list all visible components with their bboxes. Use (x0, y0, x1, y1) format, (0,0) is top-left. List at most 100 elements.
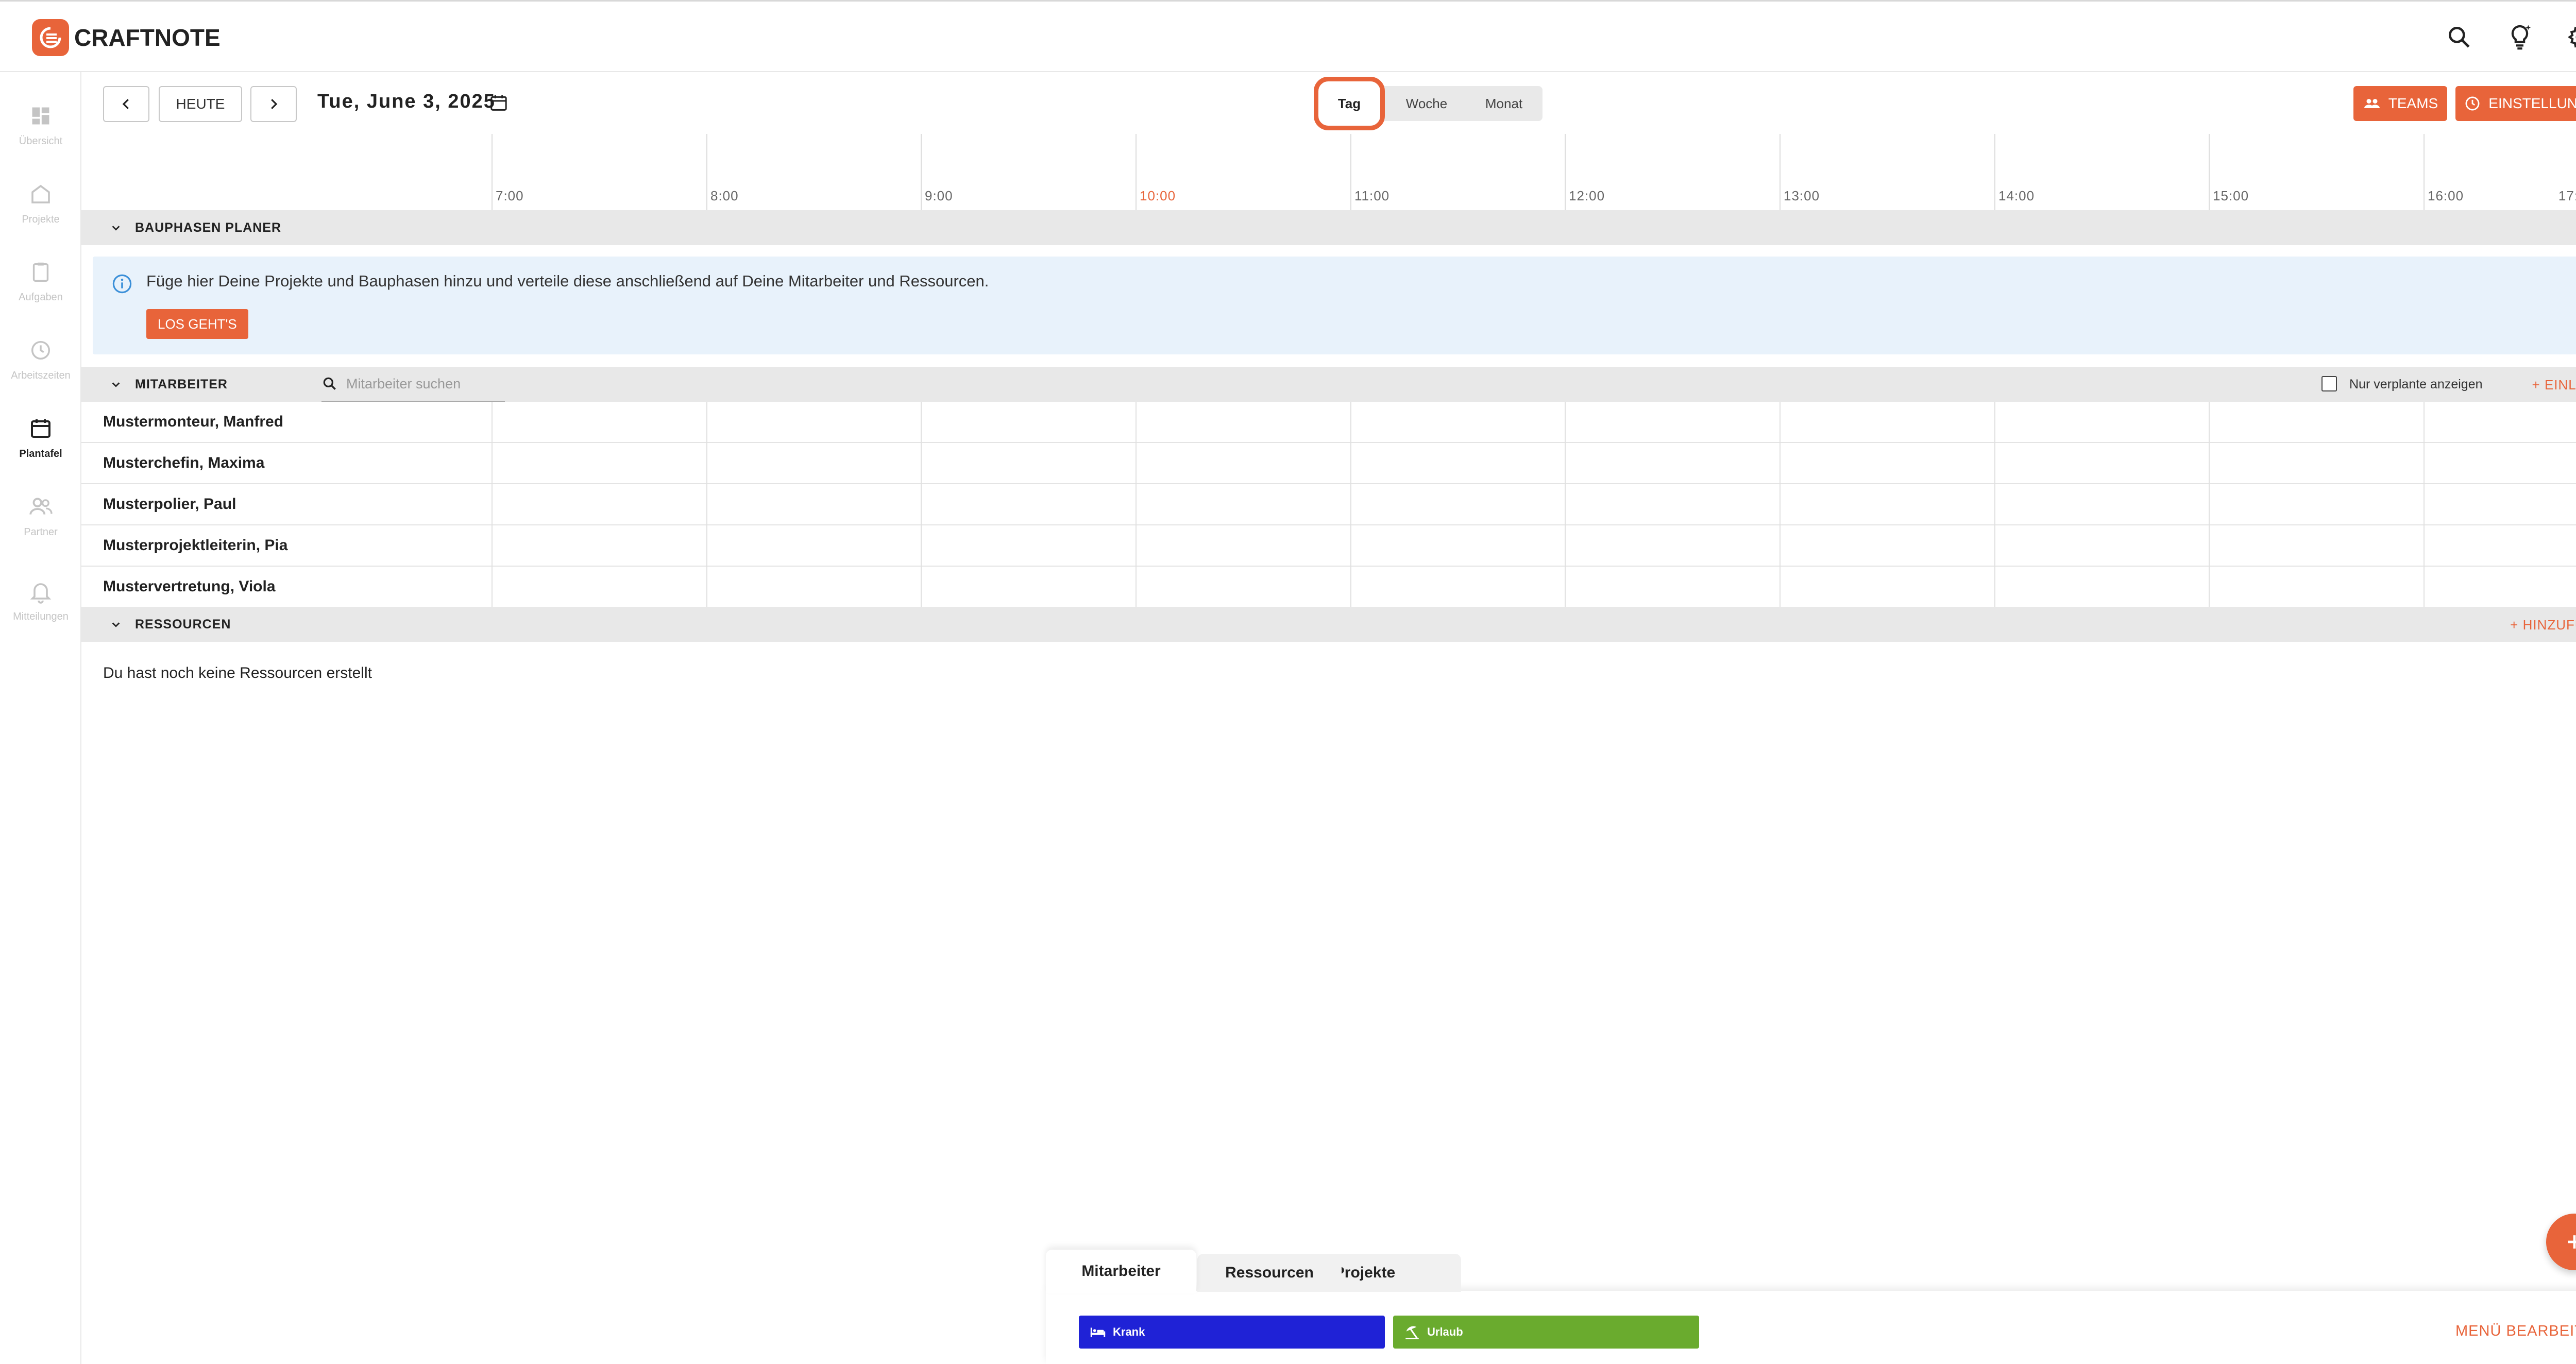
sidebar-item-plantafel[interactable]: Plantafel (0, 413, 81, 475)
hour-tick: 12:00 (1565, 134, 1604, 211)
clock-settings-icon (2465, 96, 2480, 111)
info-text: Füge hier Deine Projekte und Bauphasen h… (146, 272, 989, 290)
einstellungen-label: EINSTELLUNGEN (2488, 95, 2576, 111)
table-row[interactable]: Musterchefin, Maxima (81, 443, 2576, 484)
section-title: BAUPHASEN PLANER (135, 220, 282, 235)
current-date[interactable]: Tue, June 3, 2025 (317, 91, 496, 113)
group-icon (2364, 99, 2380, 108)
grid-line (1780, 402, 1781, 608)
nur-verplante-checkbox[interactable] (2321, 376, 2337, 391)
sidebar-item-label: Partner (24, 526, 58, 538)
table-row[interactable]: Musterpolier, Paul (81, 484, 2576, 525)
absence-urlaub[interactable]: Urlaub (1393, 1316, 1699, 1349)
previous-day-button[interactable] (103, 86, 149, 122)
hinzufuegen-link[interactable]: + HINZUFÜGEN (2510, 617, 2576, 633)
grid-line (1350, 402, 1351, 608)
app-logo[interactable]: CRAFTNOTE (32, 19, 221, 56)
clock-icon (0, 335, 81, 366)
grid-line (2424, 402, 2425, 608)
chevron-down-icon[interactable] (108, 222, 124, 233)
los-gehts-button[interactable]: LOS GEHT'S (146, 309, 248, 339)
ressourcen-section-header: RESSOURCEN + HINZUFÜGEN (81, 607, 2576, 642)
sidebar-item-label: Übersicht (19, 135, 63, 147)
sidebar-item-mitteilungen[interactable]: Mitteilungen (0, 576, 81, 638)
grid-line (706, 402, 707, 608)
sidebar-item-label: Mitteilungen (13, 611, 69, 622)
hour-timeline: 7:00 8:00 9:00 10:00 11:00 12:00 13:00 1… (81, 134, 2576, 211)
sidebar-item-label: Plantafel (19, 448, 62, 459)
view-option-monat[interactable]: Monat (1465, 86, 1543, 121)
tab-mitarbeiter[interactable]: Mitarbeiter (1046, 1250, 1196, 1293)
search-icon[interactable] (2442, 20, 2476, 54)
chevron-down-icon[interactable] (108, 379, 124, 390)
table-row[interactable]: Mustermonteur, Manfred (81, 402, 2576, 443)
current-hour-tick: 10:00 (1136, 134, 1175, 211)
employee-name: Musterchefin, Maxima (103, 454, 265, 471)
hour-tick: 14:00 (1994, 134, 2034, 211)
hour-tick: 7:00 (492, 134, 523, 211)
sidebar-item-arbeitszeiten[interactable]: Arbeitszeiten (0, 335, 81, 397)
view-option-woche[interactable]: Woche (1388, 86, 1465, 121)
lightbulb-icon[interactable] (2503, 20, 2537, 54)
bell-icon (0, 576, 81, 607)
sidebar-item-uebersicht[interactable]: Übersicht (0, 100, 81, 162)
teams-button[interactable]: TEAMS (2353, 86, 2447, 121)
table-row[interactable]: Musterprojektleiterin, Pia (81, 525, 2576, 567)
info-icon (111, 273, 133, 297)
employee-name: Musterpolier, Paul (103, 496, 236, 513)
clipboard-icon (0, 257, 81, 287)
app-name: CRAFTNOTE (74, 24, 221, 51)
calendar-icon (0, 413, 81, 444)
chevron-down-icon[interactable] (108, 619, 124, 630)
calendar-picker-icon[interactable] (488, 93, 509, 116)
next-day-button[interactable] (250, 86, 297, 122)
hour-tick: 9:00 (921, 134, 953, 211)
tab-ressourcen[interactable]: Ressourcen (1197, 1254, 1342, 1292)
chevron-right-icon (271, 99, 278, 109)
einstellungen-button[interactable]: EINSTELLUNGEN (2455, 86, 2576, 121)
absence-krank[interactable]: Krank (1079, 1316, 1385, 1349)
craftnote-logo-icon (32, 19, 69, 56)
today-button[interactable]: HEUTE (159, 86, 242, 122)
gear-icon[interactable] (2564, 20, 2576, 54)
top-bar: CRAFTNOTE (0, 0, 2576, 72)
mitarbeiter-section-header: MITARBEITER Mitarbeiter suchen Nur verpl… (81, 367, 2576, 402)
bed-icon (1090, 1327, 1106, 1337)
table-row[interactable]: Mustervertretung, Viola (81, 567, 2576, 608)
mitarbeiter-search-input[interactable]: Mitarbeiter suchen (321, 367, 505, 402)
search-placeholder: Mitarbeiter suchen (346, 376, 461, 391)
dashboard-icon (0, 100, 81, 131)
sidebar: Übersicht Projekte Aufgaben Arbeitszeite… (0, 72, 81, 1364)
home-icon (0, 179, 81, 210)
people-icon (0, 491, 81, 522)
grid-line (1565, 402, 1566, 608)
absence-label: Krank (1113, 1325, 1145, 1338)
sidebar-item-aufgaben[interactable]: Aufgaben (0, 257, 81, 318)
grid-line (492, 402, 493, 608)
search-icon (323, 377, 336, 390)
sidebar-item-label: Aufgaben (19, 292, 63, 303)
grid-line (921, 402, 922, 608)
grid-line (2209, 402, 2210, 608)
sidebar-item-projekte[interactable]: Projekte (0, 179, 81, 241)
employee-name: Musterprojektleiterin, Pia (103, 537, 288, 554)
section-title: RESSOURCEN (135, 617, 231, 632)
hour-tick: 11:00 (1350, 134, 1389, 211)
plus-icon (2568, 1235, 2576, 1249)
employee-name: Mustervertretung, Viola (103, 578, 276, 595)
employee-name: Mustermonteur, Manfred (103, 413, 284, 430)
hour-tick: 8:00 (706, 134, 738, 211)
einladen-link[interactable]: + EINLADEN (2532, 377, 2576, 393)
section-title: MITARBEITER (135, 377, 228, 391)
sidebar-item-label: Projekte (22, 214, 60, 225)
add-fab-button[interactable] (2546, 1214, 2576, 1270)
sidebar-item-partner[interactable]: Partner (0, 491, 81, 553)
view-switcher: Tag Woche Monat (1314, 77, 1543, 130)
view-option-tag[interactable]: Tag (1314, 77, 1385, 130)
bauphasen-section-header[interactable]: BAUPHASEN PLANER (81, 210, 2576, 245)
umbrella-beach-icon (1405, 1326, 1419, 1340)
menu-bearbeiten-link[interactable]: MENÜ BEARBEITEN (2455, 1323, 2576, 1340)
ressourcen-empty-message: Du hast noch keine Ressourcen erstellt (103, 664, 372, 681)
chevron-left-icon (122, 99, 129, 109)
bauphasen-info-box: Füge hier Deine Projekte und Bauphasen h… (93, 257, 2576, 354)
